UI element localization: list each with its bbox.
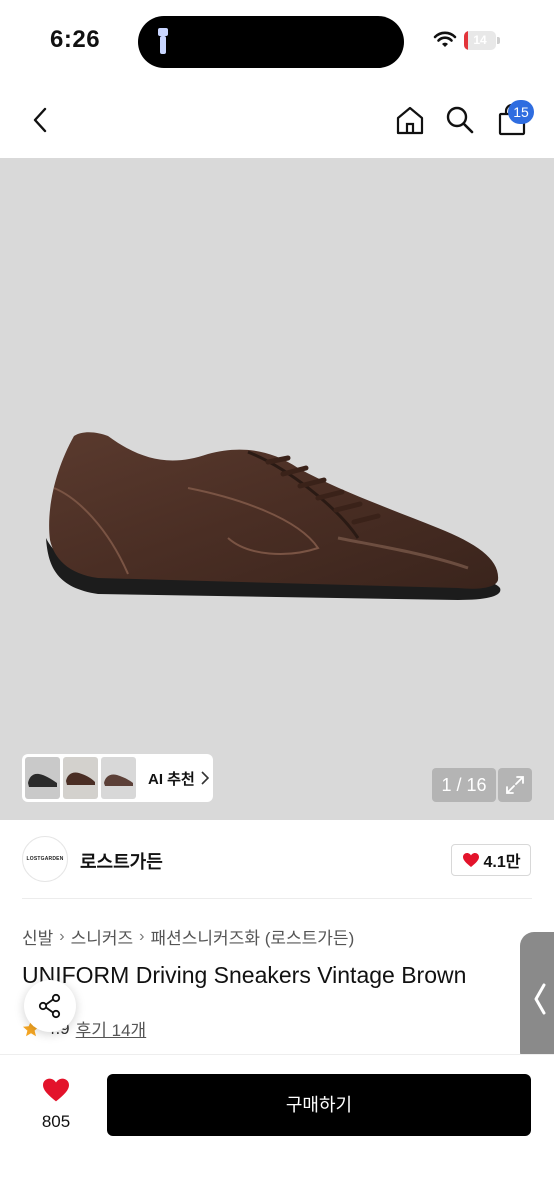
- cart-count-badge: 15: [508, 100, 534, 124]
- share-icon: [38, 993, 61, 1019]
- side-drawer-tab[interactable]: [520, 932, 554, 1066]
- back-button[interactable]: [20, 100, 60, 140]
- chevron-right-icon: ›: [139, 927, 145, 945]
- home-button[interactable]: [390, 100, 430, 140]
- heart-icon: [462, 853, 479, 867]
- divider: [22, 898, 532, 899]
- thumbnail-2[interactable]: [63, 757, 98, 799]
- nav-bar: [0, 80, 554, 158]
- product-image: [46, 432, 501, 600]
- ai-recommend-label: AI 추천: [148, 770, 195, 788]
- ai-recommend-link[interactable]: AI 추천: [148, 768, 209, 789]
- status-bar: 6:26 14: [0, 0, 554, 80]
- bottom-action-bar: 805 구매하기: [0, 1054, 554, 1200]
- battery-level: 14: [473, 33, 487, 47]
- search-button[interactable]: [440, 100, 480, 140]
- review-count-link[interactable]: 후기 14개: [76, 1016, 147, 1041]
- wifi-icon: [433, 31, 457, 47]
- search-icon: [446, 106, 474, 134]
- brand-like-count: 4.1만: [483, 854, 521, 871]
- breadcrumb-item[interactable]: 신발: [22, 924, 53, 949]
- product-image-gallery[interactable]: AI 추천 1 / 16: [0, 158, 554, 820]
- brand-like-button[interactable]: 4.1만: [451, 844, 531, 876]
- breadcrumb-item[interactable]: 패션스니커즈화 (로스트가든): [151, 924, 355, 949]
- wishlist-button[interactable]: 805: [26, 1077, 86, 1132]
- chevron-left-icon: [33, 107, 47, 133]
- shoe-thumbnail-icon: [66, 772, 95, 785]
- brand-logo-text: LOSTGARDEN: [26, 856, 64, 862]
- home-icon: [396, 106, 424, 135]
- image-counter: 1 / 16: [432, 768, 496, 802]
- brand-name[interactable]: 로스트가든: [80, 848, 163, 874]
- wishlist-count: 805: [41, 1112, 71, 1131]
- battery-indicator: 14: [464, 31, 500, 50]
- brand-row: LOSTGARDEN 로스트가든 4.1만: [0, 820, 554, 900]
- flashlight-icon: [158, 28, 168, 54]
- thumbnail-3[interactable]: [101, 757, 136, 799]
- share-button[interactable]: [24, 980, 76, 1032]
- buy-button[interactable]: 구매하기: [107, 1074, 531, 1136]
- chevron-left-icon: [534, 983, 546, 1015]
- breadcrumb: 신발 › 스니커즈 › 패션스니커즈화 (로스트가든): [22, 924, 354, 949]
- shoe-thumbnail-icon: [104, 774, 133, 786]
- breadcrumb-item[interactable]: 스니커즈: [71, 924, 134, 949]
- thumbnail-strip[interactable]: AI 추천: [22, 754, 213, 802]
- chevron-right-icon: ›: [59, 927, 65, 945]
- shoe-thumbnail-icon: [28, 773, 57, 787]
- brand-logo[interactable]: LOSTGARDEN: [22, 836, 68, 882]
- status-time: 6:26: [50, 26, 101, 53]
- thumbnail-1[interactable]: [25, 757, 60, 799]
- chevron-right-icon: [201, 771, 209, 785]
- product-title: UNIFORM Driving Sneakers Vintage Brown: [22, 962, 467, 988]
- expand-icon: [506, 776, 524, 794]
- expand-button[interactable]: [498, 768, 532, 802]
- heart-icon: [43, 1078, 69, 1102]
- dynamic-island: [138, 16, 404, 68]
